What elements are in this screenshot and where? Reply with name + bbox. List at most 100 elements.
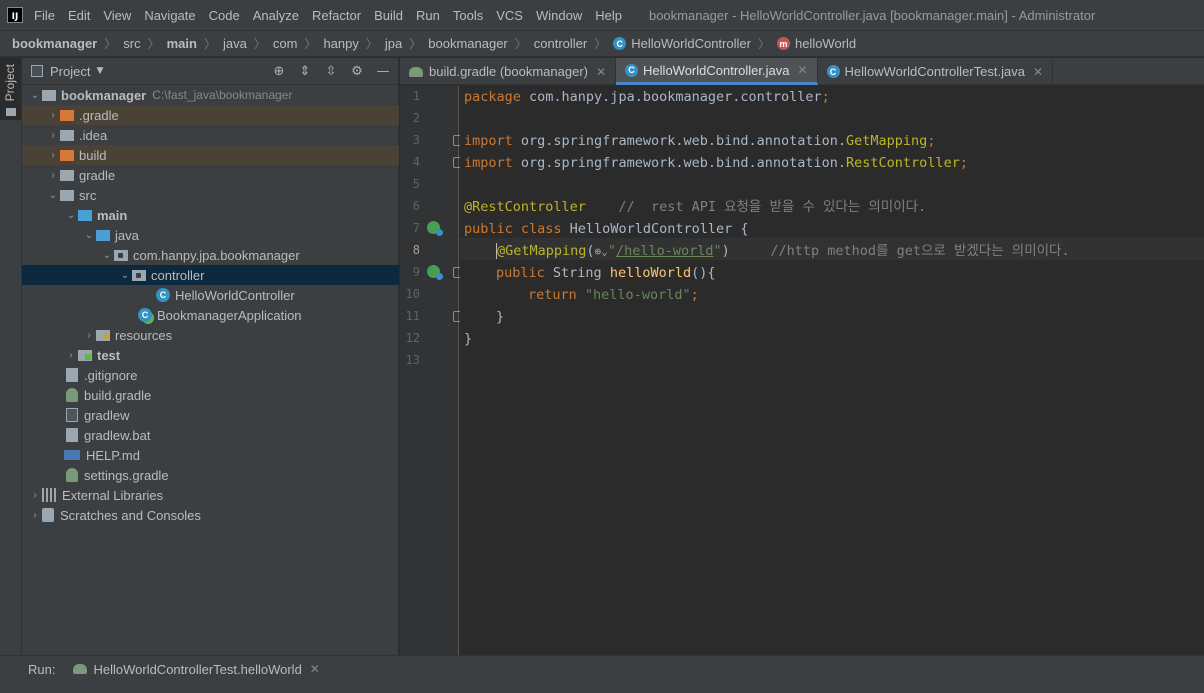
menu-navigate[interactable]: Navigate	[144, 8, 195, 23]
expanded-arrow-icon[interactable]: ⌄	[82, 230, 96, 241]
close-icon[interactable]: ✕	[310, 662, 320, 676]
tree-item-label: controller	[151, 267, 205, 283]
tree-row-external-libraries[interactable]: › External Libraries	[22, 485, 399, 505]
breadcrumb-item[interactable]: bookmanager	[428, 36, 508, 51]
code-token: return	[528, 287, 577, 303]
tree-item-label: gradlew	[84, 407, 130, 423]
tree-row-root[interactable]: ⌄ bookmanager C:\fast_java\bookmanager	[22, 85, 399, 105]
code-line-8: @GetMapping(⊕⌄"/hello-world") //http met…	[496, 240, 1070, 262]
collapse-all-icon[interactable]: ⇳	[322, 62, 340, 80]
code-link-token[interactable]: /hello-world	[616, 243, 714, 259]
tree-row-java[interactable]: ⌄ java	[22, 225, 399, 245]
tree-row-gradlew-bat[interactable]: gradlew.bat	[22, 425, 399, 445]
tree-row-gradle[interactable]: › gradle	[22, 165, 399, 185]
run-gutter-icon[interactable]	[427, 265, 443, 280]
locate-icon[interactable]: ⊕	[270, 62, 288, 80]
menu-analyze[interactable]: Analyze	[253, 8, 299, 23]
collapsed-arrow-icon[interactable]: ›	[46, 130, 60, 141]
tree-row-controller[interactable]: ⌄ controller	[22, 265, 399, 285]
chevron-down-icon[interactable]: ▼	[96, 66, 103, 76]
menu-refactor[interactable]: Refactor	[312, 8, 361, 23]
breadcrumb-item[interactable]: com	[273, 36, 298, 51]
collapsed-arrow-icon[interactable]: ›	[46, 110, 60, 121]
line-number: 13	[405, 353, 420, 367]
breadcrumb-item[interactable]: src	[123, 36, 140, 51]
menu-help[interactable]: Help	[595, 8, 622, 23]
project-tool-button[interactable]: Project	[0, 58, 21, 120]
tree-row-gradle-dot[interactable]: › .gradle	[22, 105, 399, 125]
folder-icon	[42, 89, 56, 101]
tree-row-package[interactable]: ⌄ com.hanpy.jpa.bookmanager	[22, 245, 399, 265]
tree-row-hello-controller[interactable]: C HelloWorldController	[22, 285, 399, 305]
class-icon: C	[613, 37, 627, 50]
tree-row-resources[interactable]: › resources	[22, 325, 399, 345]
project-view-selector[interactable]: Project	[50, 64, 90, 79]
expanded-arrow-icon[interactable]: ⌄	[100, 250, 114, 261]
expanded-arrow-icon[interactable]: ⌄	[118, 270, 132, 281]
menu-file[interactable]: File	[34, 8, 55, 23]
minimize-icon[interactable]: —	[374, 62, 392, 80]
collapsed-arrow-icon[interactable]: ›	[82, 330, 96, 341]
tree-row-settings-gradle[interactable]: settings.gradle	[22, 465, 399, 485]
breadcrumb-class[interactable]: C HelloWorldController	[613, 36, 751, 51]
tree-row-scratches[interactable]: › Scratches and Consoles	[22, 505, 399, 525]
chevron-right-icon: 〉	[514, 37, 527, 51]
collapsed-arrow-icon[interactable]: ›	[46, 150, 60, 161]
tree-row-test[interactable]: › test	[22, 345, 399, 365]
run-tab[interactable]: HelloWorldControllerTest.helloWorld ✕	[73, 661, 320, 677]
tab-hello-world-controller-test[interactable]: C HellowWorldControllerTest.java ✕	[818, 58, 1053, 85]
collapsed-arrow-icon[interactable]: ›	[46, 170, 60, 181]
breadcrumb-item[interactable]: jpa	[385, 36, 402, 51]
close-icon[interactable]: ✕	[797, 63, 807, 77]
breadcrumb-item[interactable]: bookmanager	[12, 36, 97, 51]
menu-vcs[interactable]: VCS	[496, 8, 523, 23]
menu-build[interactable]: Build	[374, 8, 403, 23]
code-editor[interactable]: package com.hanpy.jpa.bookmanager.contro…	[460, 86, 1204, 655]
collapsed-arrow-icon[interactable]: ›	[64, 350, 78, 361]
menu-view[interactable]: View	[103, 8, 131, 23]
collapsed-arrow-icon[interactable]: ›	[28, 490, 42, 501]
close-icon[interactable]: ✕	[1033, 65, 1043, 79]
tree-root-path: C:\fast_java\bookmanager	[152, 88, 293, 102]
tree-row-application[interactable]: C BookmanagerApplication	[22, 305, 399, 325]
url-globe-icon[interactable]: ⊕⌄	[595, 241, 608, 263]
expanded-arrow-icon[interactable]: ⌄	[46, 190, 60, 201]
gear-icon[interactable]: ⚙	[348, 62, 366, 80]
code-line-6: @RestController // rest API 요청을 받을 수 있다는…	[464, 196, 926, 218]
tab-hello-world-controller[interactable]: C HelloWorldController.java ✕	[616, 58, 818, 85]
expanded-arrow-icon[interactable]: ⌄	[64, 210, 78, 221]
tree-row-gitignore[interactable]: .gitignore	[22, 365, 399, 385]
breadcrumb-item[interactable]: main	[167, 36, 197, 51]
breadcrumb-item[interactable]: hanpy	[323, 36, 358, 51]
code-token: )	[721, 243, 730, 259]
tree-row-build[interactable]: › build	[22, 145, 399, 165]
menu-window[interactable]: Window	[536, 8, 582, 23]
expanded-arrow-icon[interactable]: ⌄	[28, 90, 42, 101]
menu-edit[interactable]: Edit	[68, 8, 90, 23]
folder-icon	[60, 169, 74, 181]
run-tab-label: HelloWorldControllerTest.helloWorld	[93, 661, 302, 677]
editor-gutter: 1 2 3 4 5 6 7 8 9 10 11 12 13	[400, 86, 462, 655]
gradle-icon	[409, 66, 423, 77]
class-icon: C	[156, 288, 170, 302]
breadcrumb-method[interactable]: m helloWorld	[776, 36, 856, 51]
tree-row-build-gradle[interactable]: build.gradle	[22, 385, 399, 405]
tree-row-idea[interactable]: › .idea	[22, 125, 399, 145]
line-number: 10	[405, 287, 420, 301]
scratches-icon	[42, 508, 54, 522]
tree-row-gradlew[interactable]: gradlew	[22, 405, 399, 425]
close-icon[interactable]: ✕	[596, 65, 606, 79]
code-token: org.springframework.web.bind.annotation.	[512, 133, 847, 149]
tree-row-help-md[interactable]: HELP.md	[22, 445, 399, 465]
run-gutter-icon[interactable]	[427, 221, 443, 236]
breadcrumb-item[interactable]: controller	[534, 36, 587, 51]
tree-row-src[interactable]: ⌄ src	[22, 185, 399, 205]
tree-row-main[interactable]: ⌄ main	[22, 205, 399, 225]
menu-run[interactable]: Run	[416, 8, 440, 23]
breadcrumb-item[interactable]: java	[223, 36, 247, 51]
menu-tools[interactable]: Tools	[453, 8, 483, 23]
expand-all-icon[interactable]: ⇕	[296, 62, 314, 80]
collapsed-arrow-icon[interactable]: ›	[28, 510, 42, 521]
tab-build-gradle[interactable]: build.gradle (bookmanager) ✕	[400, 58, 617, 85]
menu-code[interactable]: Code	[209, 8, 240, 23]
